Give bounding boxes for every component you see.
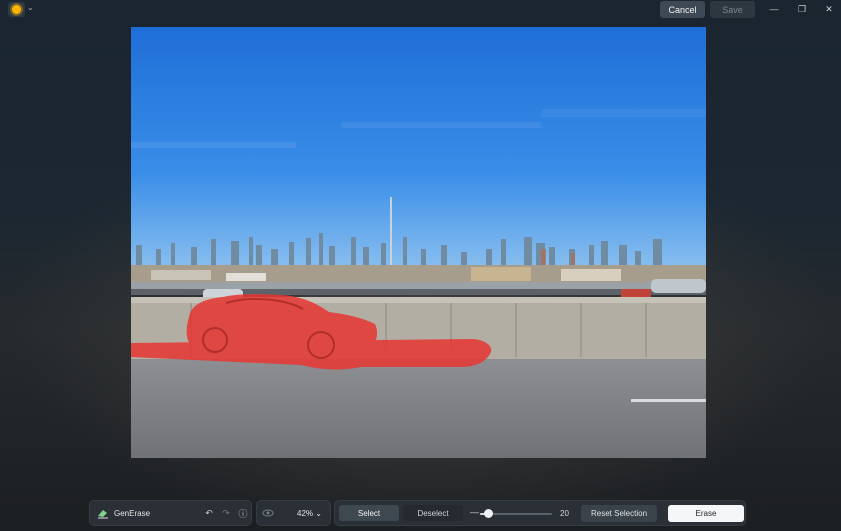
deselect-mode-button[interactable]: Deselect bbox=[403, 505, 463, 521]
zoom-level: 42% bbox=[297, 509, 314, 518]
tool-group: GenErase ↶ ↷ ⓘ bbox=[89, 500, 252, 526]
save-button[interactable]: Save bbox=[710, 1, 755, 18]
view-group: 42% ⌄ bbox=[256, 500, 331, 526]
photo-image bbox=[131, 27, 706, 458]
brush-group: Select Deselect — 20 Reset Selection Era… bbox=[334, 500, 746, 526]
minimize-icon[interactable]: — bbox=[766, 2, 782, 16]
zoom-dropdown[interactable]: 42% ⌄ bbox=[297, 509, 322, 518]
cancel-button[interactable]: Cancel bbox=[660, 1, 705, 18]
bottom-toolbar: GenErase ↶ ↷ ⓘ 42% ⌄ Select Deselect — 2… bbox=[0, 500, 841, 526]
title-bar: ⌄ Cancel Save — ❐ ✕ bbox=[0, 0, 841, 20]
info-icon[interactable]: ⓘ bbox=[237, 507, 249, 519]
sun-logo-icon bbox=[12, 5, 21, 14]
chevron-down-icon: ⌄ bbox=[315, 509, 322, 518]
tool-name: GenErase bbox=[114, 509, 151, 518]
photo-canvas[interactable] bbox=[131, 27, 706, 458]
redo-icon[interactable]: ↷ bbox=[220, 507, 232, 519]
undo-icon[interactable]: ↶ bbox=[203, 507, 215, 519]
app-logo-button[interactable] bbox=[8, 2, 25, 17]
erase-button[interactable]: Erase bbox=[668, 505, 744, 522]
reset-selection-button[interactable]: Reset Selection bbox=[581, 505, 657, 522]
select-mode-button[interactable]: Select bbox=[339, 505, 399, 521]
eraser-icon bbox=[98, 510, 108, 519]
minus-icon: — bbox=[470, 507, 479, 517]
restore-icon[interactable]: ❐ bbox=[794, 2, 810, 16]
eye-icon[interactable] bbox=[262, 507, 274, 519]
chevron-down-icon[interactable]: ⌄ bbox=[27, 3, 34, 12]
close-icon[interactable]: ✕ bbox=[821, 2, 837, 16]
brush-size-value: 20 bbox=[560, 509, 569, 518]
brush-size-thumb[interactable] bbox=[484, 509, 494, 518]
